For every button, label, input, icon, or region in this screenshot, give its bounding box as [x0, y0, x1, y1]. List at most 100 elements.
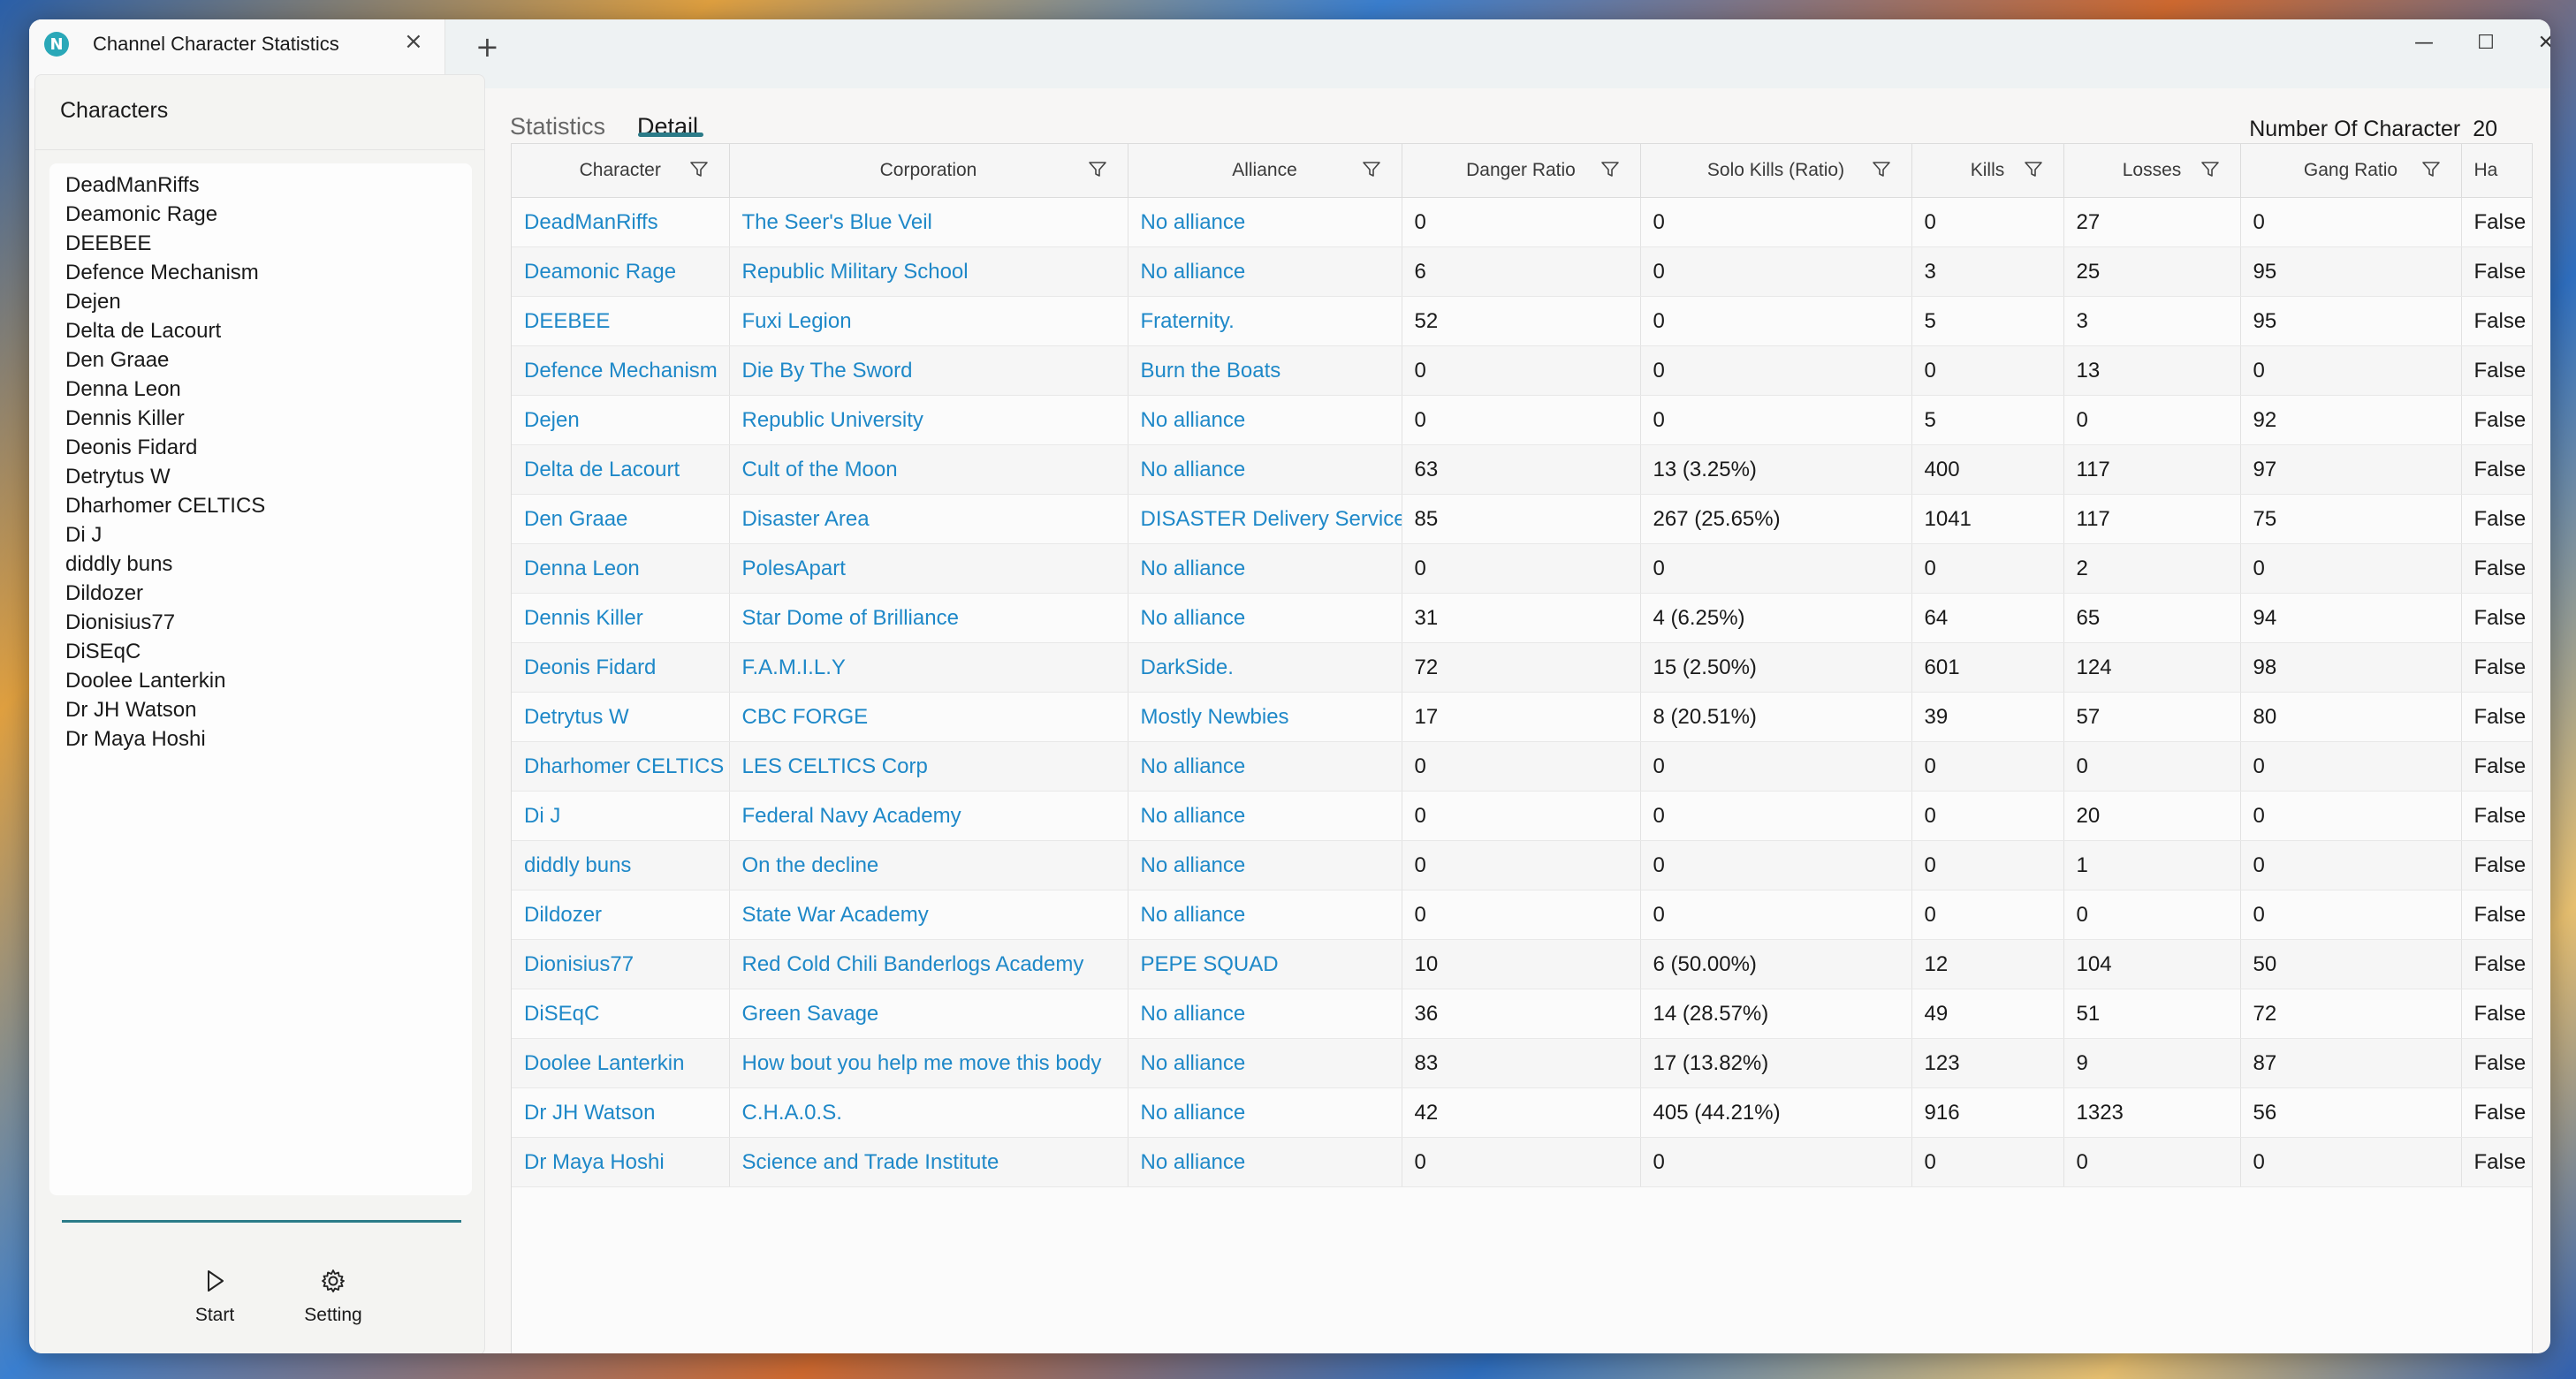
table-cell[interactable]: Den Graae: [512, 494, 730, 544]
table-row[interactable]: Deonis Fidard F.A.M.I.L.Y DarkSide. 72 15 (2…: [512, 642, 2532, 693]
character-list-item[interactable]: Den Graae: [65, 347, 169, 374]
character-list-item[interactable]: diddly buns: [65, 551, 172, 578]
character-list-item[interactable]: Denna Leon: [65, 376, 181, 403]
table-cell[interactable]: Detrytus W: [512, 692, 730, 742]
table-row[interactable]: Di J Federal Navy Academy No alliance 0 0 0 20…: [512, 791, 2532, 841]
table-row[interactable]: DEEBEE Fuxi Legion Fraternity. 52 0 5 3 95 False: [512, 296, 2532, 346]
column-header[interactable]: Gang Ratio: [2240, 144, 2462, 198]
table-cell[interactable]: The Seer's Blue Veil: [729, 197, 1128, 247]
table-cell[interactable]: Disaster Area: [729, 494, 1128, 544]
table-cell[interactable]: Doolee Lanterkin: [512, 1038, 730, 1088]
table-cell[interactable]: DarkSide.: [1128, 642, 1402, 693]
table-row[interactable]: Delta de Lacourt Cult of the Moon No allia…: [512, 444, 2532, 495]
column-header[interactable]: Ha: [2461, 144, 2532, 198]
table-cell[interactable]: Cult of the Moon: [729, 444, 1128, 495]
filter-icon[interactable]: [1087, 158, 1108, 179]
table-cell[interactable]: State War Academy: [729, 890, 1128, 940]
table-cell[interactable]: Republic University: [729, 395, 1128, 445]
table-cell[interactable]: No alliance: [1128, 1137, 1402, 1187]
table-cell[interactable]: Dennis Killer: [512, 593, 730, 643]
character-list-item[interactable]: Di J: [65, 522, 102, 549]
table-cell[interactable]: Dionisius77: [512, 939, 730, 989]
column-header[interactable]: Alliance: [1128, 144, 1402, 198]
table-cell[interactable]: DISASTER Delivery Service: [1128, 494, 1402, 544]
table-cell[interactable]: C.H.A.0.S.: [729, 1087, 1128, 1138]
table-cell[interactable]: diddly buns: [512, 840, 730, 890]
column-header[interactable]: Danger Ratio: [1402, 144, 1641, 198]
filter-icon[interactable]: [1361, 158, 1382, 179]
character-list-item[interactable]: Delta de Lacourt: [65, 318, 221, 345]
table-cell[interactable]: No alliance: [1128, 840, 1402, 890]
close-button[interactable]: ✕: [2519, 25, 2550, 60]
filter-icon[interactable]: [1600, 158, 1621, 179]
character-list-item[interactable]: Defence Mechanism: [65, 260, 259, 286]
character-list-item[interactable]: Dr Maya Hoshi: [65, 726, 206, 753]
table-cell[interactable]: Defence Mechanism: [512, 345, 730, 396]
table-cell[interactable]: Dharhomer CELTICS: [512, 741, 730, 792]
table-cell[interactable]: No alliance: [1128, 444, 1402, 495]
filter-icon[interactable]: [688, 158, 710, 179]
table-cell[interactable]: Delta de Lacourt: [512, 444, 730, 495]
start-button[interactable]: Start: [175, 1268, 255, 1326]
character-list-item[interactable]: Dildozer: [65, 580, 143, 607]
table-row[interactable]: Detrytus W CBC FORGE Mostly Newbies 17 8 (20…: [512, 692, 2532, 742]
detail-data-grid[interactable]: Character Corporation Alliance Danger Ratio…: [511, 143, 2533, 1353]
character-list-item[interactable]: Deonis Fidard: [65, 435, 197, 461]
column-header[interactable]: Losses: [2063, 144, 2241, 198]
column-header[interactable]: Corporation: [729, 144, 1128, 198]
filter-icon[interactable]: [2420, 158, 2442, 179]
table-cell[interactable]: DEEBEE: [512, 296, 730, 346]
table-row[interactable]: Dejen Republic University No alliance 0 0 5 0 9…: [512, 395, 2532, 445]
table-cell[interactable]: F.A.M.I.L.Y: [729, 642, 1128, 693]
filter-icon[interactable]: [1871, 158, 1892, 179]
character-list-item[interactable]: Dharhomer CELTICS: [65, 493, 265, 519]
table-row[interactable]: Dr Maya Hoshi Science and Trade Institute…: [512, 1137, 2532, 1187]
table-cell[interactable]: Federal Navy Academy: [729, 791, 1128, 841]
setting-button[interactable]: Setting: [293, 1268, 373, 1326]
table-cell[interactable]: Denna Leon: [512, 543, 730, 594]
character-list-item[interactable]: Detrytus W: [65, 464, 171, 490]
column-header[interactable]: Character: [512, 144, 730, 198]
table-cell[interactable]: CBC FORGE: [729, 692, 1128, 742]
character-list[interactable]: DeadManRiffs Deamonic Rage DEEBEE Defence M…: [49, 163, 472, 1195]
table-cell[interactable]: PolesApart: [729, 543, 1128, 594]
table-cell[interactable]: Deamonic Rage: [512, 246, 730, 297]
table-row[interactable]: Dildozer State War Academy No alliance 0 0 0 0…: [512, 890, 2532, 940]
table-row[interactable]: Dharhomer CELTICS LES CELTICS Corp No alli…: [512, 741, 2532, 792]
table-cell[interactable]: Science and Trade Institute: [729, 1137, 1128, 1187]
table-cell[interactable]: Dr JH Watson: [512, 1087, 730, 1138]
maximize-button[interactable]: ☐: [2459, 25, 2512, 60]
character-list-item[interactable]: Dennis Killer: [65, 405, 185, 432]
table-row[interactable]: Denna Leon PolesApart No alliance 0 0 0 2 0 Fals…: [512, 543, 2532, 594]
table-cell[interactable]: DeadManRiffs: [512, 197, 730, 247]
column-header[interactable]: Solo Kills (Ratio): [1640, 144, 1912, 198]
table-cell[interactable]: DiSEqC: [512, 989, 730, 1039]
table-row[interactable]: DeadManRiffs The Seer's Blue Veil No allia…: [512, 197, 2532, 247]
table-cell[interactable]: Die By The Sword: [729, 345, 1128, 396]
table-cell[interactable]: No alliance: [1128, 1087, 1402, 1138]
table-cell[interactable]: No alliance: [1128, 395, 1402, 445]
table-row[interactable]: DiSEqC Green Savage No alliance 36 14 (28.57…: [512, 989, 2532, 1039]
table-cell[interactable]: No alliance: [1128, 741, 1402, 792]
table-cell[interactable]: No alliance: [1128, 593, 1402, 643]
minimize-button[interactable]: —: [2397, 25, 2451, 60]
table-row[interactable]: Den Graae Disaster Area DISASTER Delivery …: [512, 494, 2532, 544]
tab-close-icon[interactable]: ×: [404, 28, 423, 55]
table-row[interactable]: diddly buns On the decline No alliance 0 0 0 1…: [512, 840, 2532, 890]
character-list-item[interactable]: DiSEqC: [65, 639, 141, 665]
table-cell[interactable]: Star Dome of Brilliance: [729, 593, 1128, 643]
table-row[interactable]: Dionisius77 Red Cold Chili Banderlogs Aca…: [512, 939, 2532, 989]
table-cell[interactable]: No alliance: [1128, 1038, 1402, 1088]
table-row[interactable]: Dr JH Watson C.H.A.0.S. No alliance 42 405 (…: [512, 1087, 2532, 1138]
table-cell[interactable]: Dejen: [512, 395, 730, 445]
filter-icon[interactable]: [2200, 158, 2221, 179]
table-row[interactable]: Defence Mechanism Die By The Sword Burn th…: [512, 345, 2532, 396]
filter-icon[interactable]: [2023, 158, 2044, 179]
table-cell[interactable]: Fraternity.: [1128, 296, 1402, 346]
character-list-item[interactable]: DEEBEE: [65, 231, 151, 257]
table-cell[interactable]: Green Savage: [729, 989, 1128, 1039]
character-list-item[interactable]: Dionisius77: [65, 610, 175, 636]
character-list-item[interactable]: DeadManRiffs: [65, 172, 200, 199]
table-cell[interactable]: Burn the Boats: [1128, 345, 1402, 396]
character-list-item[interactable]: Deamonic Rage: [65, 201, 217, 228]
